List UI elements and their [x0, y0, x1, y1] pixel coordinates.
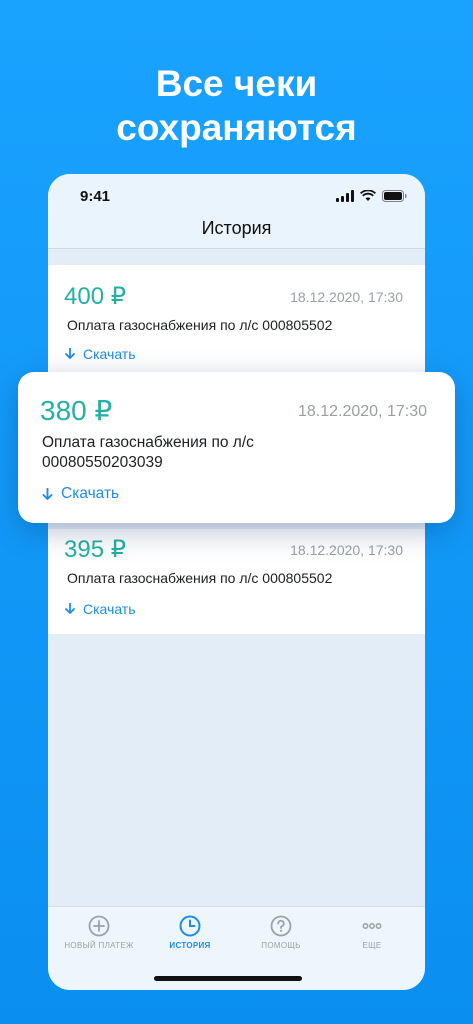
tab-label: НОВЫЙ ПЛАТЕЖ: [64, 941, 134, 950]
receipt-description: Оплата газоснабжения по л/с 000805502: [67, 317, 333, 333]
battery-icon: [382, 190, 407, 202]
receipt-card-highlighted[interactable]: 380 ₽ 18.12.2020, 17:30 Оплата газоснабж…: [18, 372, 455, 523]
tab-help[interactable]: ПОМОЩЬ: [234, 915, 328, 950]
arrow-down-icon: [65, 348, 75, 359]
page-title: История: [201, 218, 272, 238]
receipt-amount: 395 ₽: [64, 536, 126, 563]
status-icons: [336, 190, 407, 202]
home-indicator: [154, 976, 302, 981]
clock-icon: [179, 915, 201, 937]
receipt-date: 18.12.2020, 17:30: [290, 542, 403, 558]
headline-line-2: сохраняются: [116, 107, 357, 148]
receipt-amount: 380 ₽: [40, 395, 113, 426]
download-button[interactable]: Скачать: [65, 346, 136, 362]
signal-icon: [336, 190, 354, 202]
phone-screen: 9:41 История 400 ₽ 18.12.2020, 17:30 Опл…: [48, 174, 425, 990]
arrow-down-icon: [65, 603, 75, 614]
headline: Все чеки сохраняются: [0, 62, 473, 150]
receipt-description: Оплата газоснабжения по л/с 000805502: [67, 570, 333, 586]
headline-line-1: Все чеки: [155, 63, 318, 104]
arrow-down-icon: [42, 487, 53, 500]
download-button[interactable]: Скачать: [65, 601, 136, 617]
tab-label: ИСТОРИЯ: [169, 941, 211, 950]
wifi-icon: [360, 190, 376, 201]
tab-more[interactable]: ЕЩЕ: [325, 915, 419, 950]
status-bar: 9:41: [48, 174, 425, 218]
download-label: Скачать: [61, 485, 120, 502]
receipt-description: Оплата газоснабжения по л/с 000805502030…: [42, 434, 254, 471]
tab-new-payment[interactable]: НОВЫЙ ПЛАТЕЖ: [52, 915, 146, 950]
receipt-card[interactable]: 400 ₽ 18.12.2020, 17:30 Оплата газоснабж…: [48, 265, 425, 372]
question-circle-icon: [270, 915, 292, 937]
nav-bar: История: [48, 218, 425, 248]
download-label: Скачать: [83, 601, 136, 617]
more-dots-icon: [362, 923, 382, 929]
list-top-spacer: [48, 249, 425, 265]
download-label: Скачать: [83, 346, 136, 362]
receipt-date: 18.12.2020, 17:30: [297, 403, 427, 420]
tab-history[interactable]: ИСТОРИЯ: [143, 915, 237, 950]
tab-label: ЕЩЕ: [362, 941, 382, 950]
download-button[interactable]: Скачать: [42, 485, 119, 503]
tab-label: ПОМОЩЬ: [261, 941, 301, 950]
receipt-amount: 400 ₽: [64, 283, 126, 310]
status-time: 9:41: [80, 188, 111, 205]
receipt-card[interactable]: 395 ₽ 18.12.2020, 17:30 Оплата газоснабж…: [48, 529, 425, 634]
plus-circle-icon: [88, 915, 110, 937]
receipt-date: 18.12.2020, 17:30: [290, 289, 403, 305]
